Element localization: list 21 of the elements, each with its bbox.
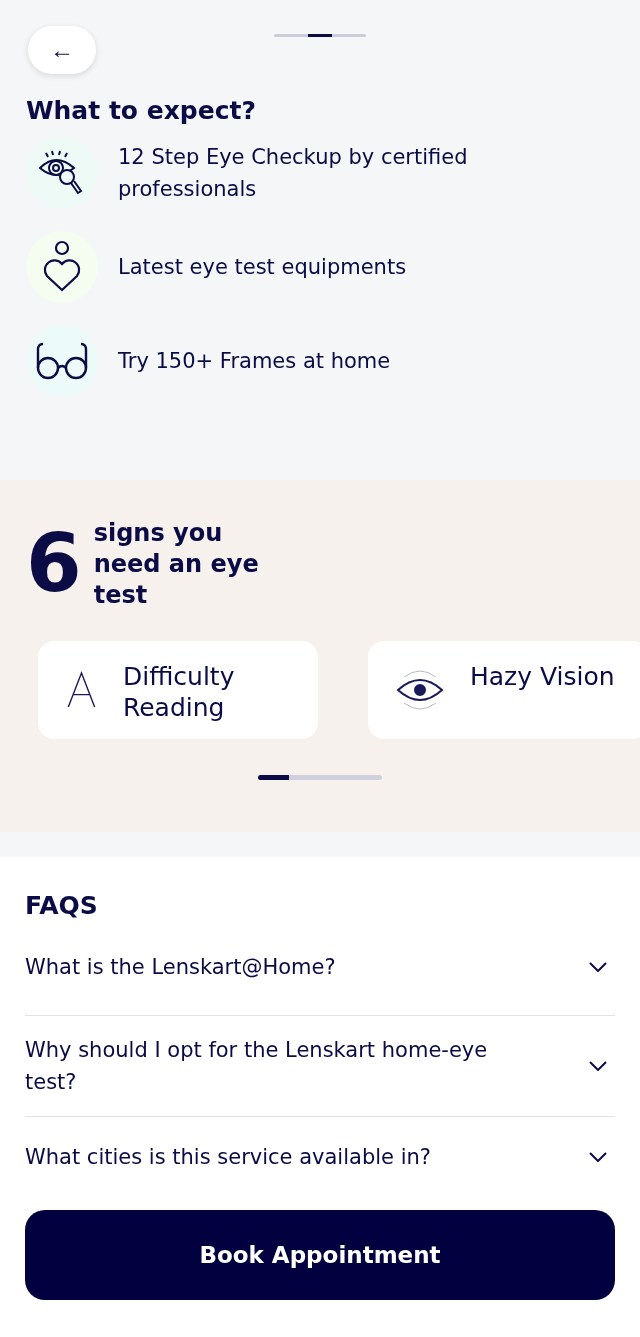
eye-icon [396, 667, 444, 713]
back-button[interactable]: ← [28, 26, 96, 74]
feature-text: 12 Step Eye Checkup by certified professionals [118, 144, 469, 203]
section-title: What to expect? [26, 96, 257, 125]
section-title: FAQS [25, 891, 99, 920]
faq-question: Why should I opt for the Lenskart home-eye test? [25, 1037, 489, 1096]
sign-text: Hazy Vision [470, 661, 615, 692]
feature-text: Try 150+ Frames at home [118, 348, 391, 375]
person-heart-icon [42, 240, 82, 294]
glasses-icon [35, 341, 89, 381]
signs-count: 6 [26, 528, 82, 600]
faq-question: What is the Lenskart@Home? [25, 953, 336, 981]
sign-card[interactable]: Difficulty Reading [38, 641, 318, 739]
signs-title: signs you need an eye test [93, 518, 260, 611]
book-appointment-button[interactable]: Book Appointment [25, 1210, 615, 1300]
feature-text: Latest eye test equipments [118, 254, 407, 281]
faq-item[interactable]: Why should I opt for the Lenskart home-eye test? [25, 1016, 615, 1117]
faq-item[interactable]: What is the Lenskart@Home? [25, 936, 615, 1016]
sign-card[interactable]: Hazy Vision [368, 641, 640, 739]
sign-text: Difficulty Reading [122, 661, 236, 723]
faq-question: What cities is this service available in? [25, 1143, 431, 1171]
